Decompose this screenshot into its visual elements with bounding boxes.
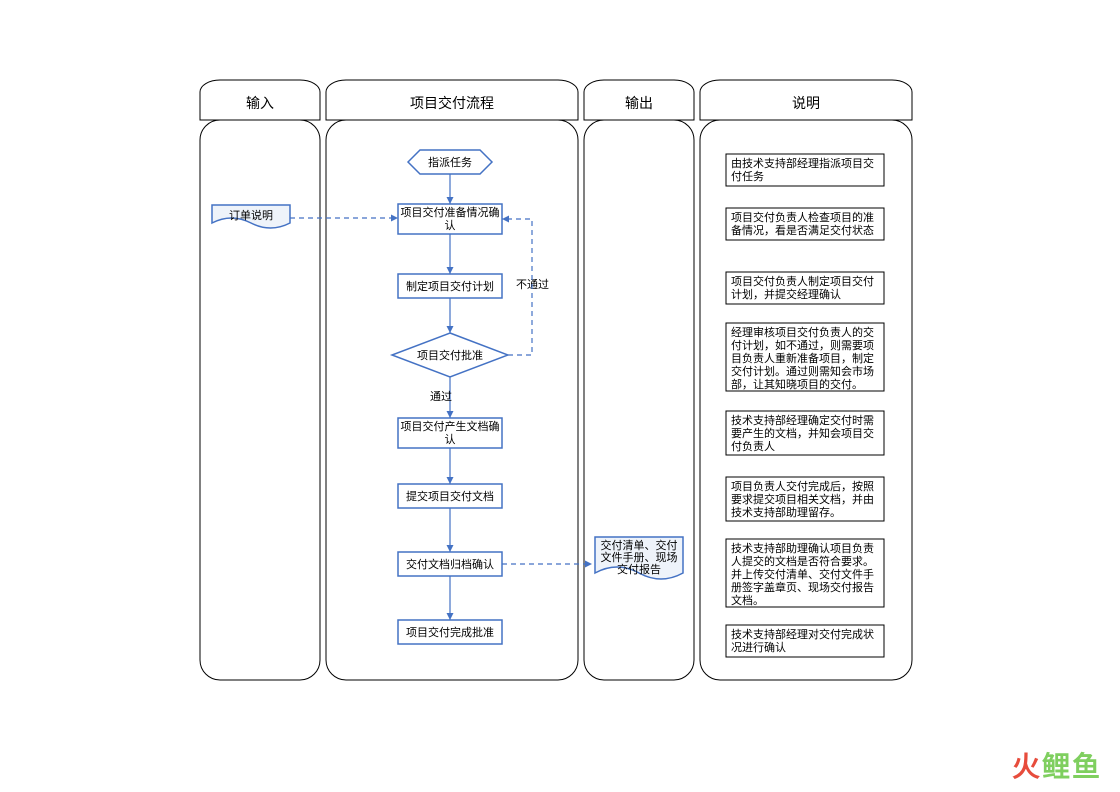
output-doc: 交付清单、交付 文件手册、现场 交付报告 [595,537,683,579]
svg-text:交付报告: 交付报告 [617,562,661,576]
svg-text:项目交付负责人检查项目的准: 项目交付负责人检查项目的准 [731,210,874,224]
svg-text:并上传交付清单、交付文件手: 并上传交付清单、交付文件手 [731,567,874,581]
lane-output-title: 输出 [625,95,653,111]
svg-text:备情况，看是否满足交付状态: 备情况，看是否满足交付状态 [731,223,874,237]
svg-text:交付清单、交付: 交付清单、交付 [601,538,678,552]
svg-text:要求提交项目相关文档，并由: 要求提交项目相关文档，并由 [731,492,874,506]
watermark: 火 鲤 鱼 [1012,751,1100,782]
node-approve: 项目交付批准 [392,333,508,377]
svg-text:交付文档归档确认: 交付文档归档确认 [406,557,494,571]
svg-text:项目负责人交付完成后，按照: 项目负责人交付完成后，按照 [731,479,874,493]
desc-box-1: 由技术支持部经理指派项目交 付任务 [726,154,884,186]
desc-box-2: 项目交付负责人检查项目的准 备情况，看是否满足交付状态 [726,208,884,240]
desc-box-5: 技术支持部经理确定交付时需 要产生的文档，并知会项目交 付负责人 [726,411,884,455]
node-prep-confirm: 项目交付准备情况确 认 [398,204,502,234]
lane-input-title: 输入 [246,95,274,111]
svg-text:册签字盖章页、现场交付报告: 册签字盖章页、现场交付报告 [731,580,874,594]
input-doc-label: 订单说明 [229,208,273,222]
desc-box-3: 项目交付负责人制定项目交付 计划，并提交经理确认 [726,272,884,304]
svg-text:交付计划。通过则需知会市场: 交付计划。通过则需知会市场 [731,364,874,378]
svg-text:技术支持部助理留存。: 技术支持部助理留存。 [731,505,841,519]
svg-text:文件手册、现场: 文件手册、现场 [601,550,678,564]
svg-text:付任务: 付任务 [731,170,764,183]
svg-text:项目交付完成批准: 项目交付完成批准 [406,625,494,639]
svg-text:要产生的文档，并知会项目交: 要产生的文档，并知会项目交 [731,426,874,440]
input-doc: 订单说明 [212,205,290,228]
svg-text:认: 认 [445,433,456,446]
node-complete-approve: 项目交付完成批准 [398,620,502,644]
svg-text:目负责人重新准备项目，制定: 目负责人重新准备项目，制定 [731,351,874,365]
svg-text:项目交付准备情况确: 项目交付准备情况确 [401,205,500,219]
svg-text:鲤: 鲤 [1042,751,1070,782]
desc-box-7: 技术支持部助理确认项目负责 人提交的文档是否符合要求。 并上传交付清单、交付文件… [726,539,884,607]
svg-text:计划，并提交经理确认: 计划，并提交经理确认 [731,287,841,301]
svg-text:文档。: 文档。 [731,593,764,607]
svg-text:由技术支持部经理指派项目交: 由技术支持部经理指派项目交 [731,156,874,170]
node-archive-confirm: 交付文档归档确认 [398,552,502,576]
svg-text:技术支持部经理对交付完成状: 技术支持部经理对交付完成状 [731,627,874,641]
svg-text:项目交付产生文档确: 项目交付产生文档确 [401,419,500,433]
svg-text:认: 认 [445,219,456,232]
svg-text:付计划，如不通过，则需要项: 付计划，如不通过，则需要项 [731,338,874,352]
svg-text:技术支持部经理确定交付时需: 技术支持部经理确定交付时需 [731,413,874,427]
lane-flow-title: 项目交付流程 [410,95,494,111]
svg-text:火: 火 [1012,751,1040,782]
svg-text:经理审核项目交付负责人的交: 经理审核项目交付负责人的交 [731,325,874,339]
diagram-canvas: 输入 项目交付流程 输出 说明 订单说明 指派任务 项目交付准备情况确 认 [0,0,1120,792]
svg-text:人提交的文档是否符合要求。: 人提交的文档是否符合要求。 [731,554,874,568]
svg-text:付负责人: 付负责人 [731,439,775,453]
node-plan: 制定项目交付计划 [398,274,502,298]
svg-text:技术支持部助理确认项目负责: 技术支持部助理确认项目负责 [731,541,874,555]
node-assign: 指派任务 [408,150,492,174]
desc-box-8: 技术支持部经理对交付完成状 况进行确认 [726,625,884,657]
label-pass: 通过 [430,390,452,403]
svg-text:项目交付负责人制定项目交付: 项目交付负责人制定项目交付 [731,274,874,288]
lane-desc-title: 说明 [792,95,820,111]
node-doc-confirm: 项目交付产生文档确 认 [398,418,502,448]
svg-text:指派任务: 指派任务 [428,155,472,169]
desc-box-6: 项目负责人交付完成后，按照 要求提交项目相关文档，并由 技术支持部助理留存。 [726,477,884,521]
svg-text:项目交付批准: 项目交付批准 [417,348,483,362]
node-doc-submit: 提交项目交付文档 [398,484,502,508]
svg-text:部，让其知晓项目的交付。: 部，让其知晓项目的交付。 [731,377,863,391]
svg-text:况进行确认: 况进行确认 [731,641,786,654]
svg-text:鱼: 鱼 [1072,751,1100,782]
desc-box-4: 经理审核项目交付负责人的交 付计划，如不通过，则需要项 目负责人重新准备项目，制… [726,323,884,391]
lane-output: 输出 [584,80,694,680]
lane-input: 输入 [200,80,320,680]
svg-text:制定项目交付计划: 制定项目交付计划 [406,279,494,293]
svg-text:提交项目交付文档: 提交项目交付文档 [406,489,494,503]
